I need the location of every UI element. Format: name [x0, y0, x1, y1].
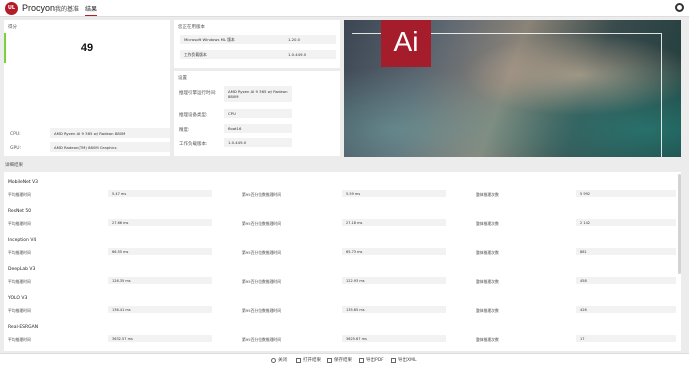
count-label: 整体推理次数	[476, 192, 499, 197]
count-label: 整体推理次数	[476, 279, 499, 284]
xml-icon	[391, 357, 396, 363]
cpu-value: AMD Ryzen AI 9 365 w/ Radeon 880M	[50, 128, 170, 138]
count-label: 整体推理次数	[476, 250, 499, 255]
save-icon	[327, 357, 332, 363]
model-name: DeepLab V3	[8, 267, 36, 272]
count-value: 458	[576, 277, 676, 284]
score-panel: 得分 49 CPU: AMD Ryzen AI 9 365 w/ Radeon …	[4, 20, 170, 156]
open-result-button[interactable]: 打开结果	[296, 357, 321, 363]
gear-icon[interactable]	[675, 3, 684, 12]
count-value: 2 142	[576, 219, 676, 226]
settings-value-precision: float16	[224, 124, 292, 133]
avg-label: 平均推理时间	[8, 308, 31, 313]
count-value: 881	[576, 248, 676, 255]
p95-value: 65.73 ms	[342, 248, 446, 255]
p95-label: 第95百分位数推理时间	[242, 192, 282, 197]
score-value: 49	[80, 42, 94, 54]
version-label-winml: Microsoft Windows ML 版本	[184, 36, 235, 42]
pdf-icon	[359, 357, 364, 363]
avg-label: 平均推理时间	[8, 337, 31, 342]
p95-value: 3625.67 ms	[342, 335, 446, 342]
close-button[interactable]: 关闭	[271, 357, 287, 363]
ul-logo-icon: UL	[5, 2, 18, 15]
bottom-toolbar: 关闭 打开结果 保存结果 导出PDF 导出XML	[0, 353, 689, 368]
p95-label: 第95百分位数推理时间	[242, 221, 282, 226]
settings-label-precision: 精度:	[179, 128, 190, 133]
settings-panel: 设置 推理引擎运行时间: AMD Ryzen AI 9 365 w/ Radeo…	[174, 71, 340, 156]
avg-value: 27.66 ms	[108, 219, 212, 226]
p95-label: 第95百分位数推理时间	[242, 337, 282, 342]
version-label-workload: 工作负载版本	[184, 51, 207, 57]
count-label: 整体推理次数	[476, 337, 499, 342]
settings-label-runtime: 推理引擎运行时间:	[179, 91, 217, 96]
folder-icon	[296, 357, 301, 363]
model-name: Inception V4	[8, 238, 37, 243]
p95-label: 第95百分位数推理时间	[242, 250, 282, 255]
versions-panel: 您正在用版本 Microsoft Windows ML 版本 1.20.0 工作…	[174, 20, 340, 68]
version-value-winml: 1.20.0	[288, 37, 301, 42]
results-panel: MobileNet V3 平均推理时间 5.47 ms 第95百分位数推理时间 …	[4, 172, 681, 351]
p95-value: 27.18 ms	[342, 219, 446, 226]
open-result-label: 打开结果	[303, 358, 321, 363]
p95-label: 第95百分位数推理时间	[242, 308, 282, 313]
avg-label: 平均推理时间	[8, 250, 31, 255]
top-bar: UL Procyon 我的基准 结果	[0, 0, 689, 17]
ai-logo-badge: Ai	[381, 20, 431, 67]
avg-value: 3632.57 ms	[108, 335, 212, 342]
version-row-winml: Microsoft Windows ML 版本 1.20.0	[180, 35, 336, 44]
versions-title: 您正在用版本	[178, 25, 205, 30]
cpu-label: CPU:	[10, 132, 21, 137]
avg-value: 66.55 ms	[108, 248, 212, 255]
count-label: 整体推理次数	[476, 221, 499, 226]
model-name: YOLO V3	[8, 296, 28, 301]
save-result-button[interactable]: 保存结果	[327, 357, 352, 363]
p95-label: 第95百分位数推理时间	[242, 279, 282, 284]
export-pdf-button[interactable]: 导出PDF	[359, 357, 384, 363]
gpu-value: AMD Radeon(TM) 880M Graphics	[50, 142, 170, 152]
avg-label: 平均推理时间	[8, 279, 31, 284]
results-title: 详细结果	[5, 163, 23, 168]
count-value: 17	[576, 335, 676, 342]
model-name: Real-ESRGAN	[8, 325, 39, 330]
score-label: 得分	[8, 25, 17, 30]
model-name: ResNet 50	[8, 209, 32, 214]
tab-my-benchmarks[interactable]: 我的基准	[55, 4, 79, 13]
settings-value-runtime: AMD Ryzen AI 9 365 w/ Radeon 880M	[224, 86, 292, 102]
avg-label: 平均推理时间	[8, 192, 31, 197]
avg-value: 5.47 ms	[108, 190, 212, 197]
settings-value-device: CPU	[224, 109, 292, 118]
settings-value-workload: 1.0.449.0	[224, 138, 292, 147]
export-xml-button[interactable]: 导出XML	[391, 357, 416, 363]
export-pdf-label: 导出PDF	[366, 358, 384, 363]
close-icon	[271, 357, 276, 363]
hero-image: Ai	[344, 20, 681, 157]
version-row-workload: 工作负载版本 1.0.449.0	[180, 50, 336, 59]
gpu-label: GPU:	[10, 146, 22, 151]
avg-label: 平均推理时间	[8, 221, 31, 226]
ai-logo-text: Ai	[393, 26, 419, 57]
settings-label-device: 推理设备类型:	[179, 113, 208, 118]
p95-value: 5.59 ms	[342, 190, 446, 197]
version-value-workload: 1.0.449.0	[288, 52, 307, 57]
app-brand: Procyon	[22, 3, 56, 13]
settings-label-workload: 工作负载版本:	[179, 142, 208, 147]
export-xml-label: 导出XML	[398, 358, 417, 363]
avg-value: 136.41 ms	[108, 306, 212, 313]
tab-results[interactable]: 结果	[85, 4, 98, 16]
settings-title: 设置	[178, 76, 187, 81]
avg-value: 126.35 ms	[108, 277, 212, 284]
p95-value: 135.65 ms	[342, 306, 446, 313]
model-name: MobileNet V3	[8, 180, 39, 185]
close-label: 关闭	[278, 358, 287, 363]
count-value: 426	[576, 306, 676, 313]
results-scrollbar[interactable]	[678, 174, 681, 274]
count-value: 5 992	[576, 190, 676, 197]
count-label: 整体推理次数	[476, 308, 499, 313]
p95-value: 122.93 ms	[342, 277, 446, 284]
save-result-label: 保存结果	[334, 358, 352, 363]
